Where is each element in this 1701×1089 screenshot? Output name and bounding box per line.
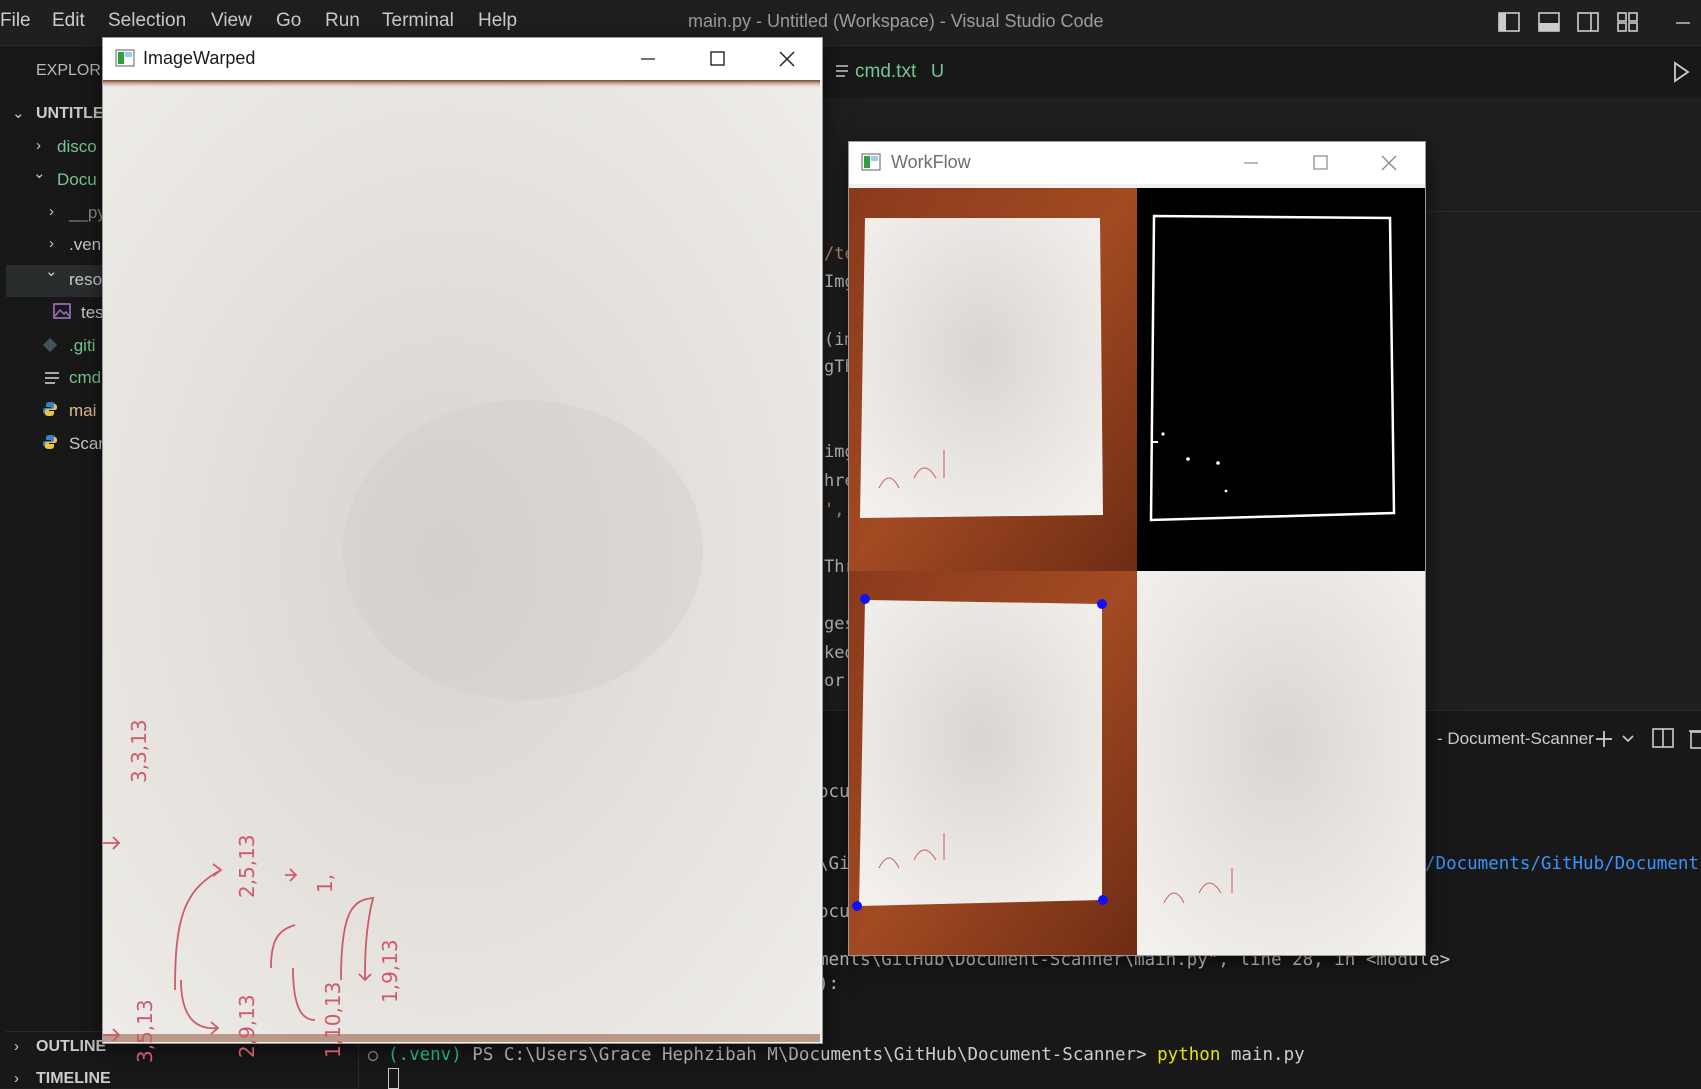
prompt-path: PS C:\Users\Grace Hephzibah M\Documents\… xyxy=(461,1045,1158,1065)
chevron-right-icon[interactable]: › xyxy=(36,137,41,154)
tree-item-venv[interactable]: .ven xyxy=(69,235,101,255)
tree-item-cmd-txt[interactable]: cmd xyxy=(69,368,101,388)
handwritten-note: 3,3,13 xyxy=(127,719,151,783)
handwritten-note: 1,9,13 xyxy=(378,939,402,1003)
image-warped-window: ImageWarped 3,3,13 2,5,13 1, 1,9,13 3,5,… xyxy=(102,37,823,1063)
chevron-right-icon[interactable]: › xyxy=(14,1070,19,1087)
handwritten-note: 1,10,13 xyxy=(321,981,345,1058)
original-image xyxy=(849,188,1137,571)
chevron-right-icon[interactable]: › xyxy=(14,1038,19,1055)
maximize-icon[interactable] xyxy=(697,44,737,74)
image-file-icon xyxy=(53,303,71,319)
tree-item-resources[interactable]: reso xyxy=(69,270,102,290)
chevron-right-icon[interactable]: › xyxy=(49,203,54,220)
menu-file[interactable]: File xyxy=(0,10,31,32)
outline-section[interactable]: OUTLINE xyxy=(36,1038,106,1056)
corner-point xyxy=(1098,895,1108,905)
text-file-icon xyxy=(836,65,848,77)
corner-point xyxy=(860,594,870,604)
editor-divider xyxy=(1400,211,1701,212)
minimize-window-icon[interactable] xyxy=(1672,12,1694,32)
tree-item-document-scanner[interactable]: Docu xyxy=(57,170,97,190)
opencv-app-icon xyxy=(861,153,881,171)
corner-point xyxy=(1097,599,1107,609)
text-file-icon xyxy=(45,372,59,384)
split-terminal-icon[interactable] xyxy=(1652,728,1674,748)
git-file-icon xyxy=(42,337,58,353)
command-status-icon xyxy=(367,1050,379,1062)
menu-terminal[interactable]: Terminal xyxy=(382,10,454,32)
tab-untracked-badge: U xyxy=(931,61,944,81)
minimize-icon[interactable] xyxy=(1231,148,1271,178)
chevron-down-icon[interactable]: ⌄ xyxy=(33,164,46,182)
tree-item-gitignore[interactable]: .giti xyxy=(69,336,95,356)
workspace-root[interactable]: UNTITLE xyxy=(36,105,104,123)
terminal-tab[interactable]: - Document-Scanner xyxy=(1437,729,1594,749)
minimize-icon[interactable] xyxy=(628,44,668,74)
tree-item-pycache[interactable]: __py xyxy=(69,203,106,223)
code-fragment: ', xyxy=(824,500,845,520)
terminal-path-link[interactable]: /Documents/GitHub/Document xyxy=(1425,854,1699,874)
toggle-primary-sidebar-icon[interactable] xyxy=(1498,12,1520,32)
tree-item-discord[interactable]: disco xyxy=(57,137,97,157)
toggle-secondary-sidebar-icon[interactable] xyxy=(1577,12,1599,32)
corner-point xyxy=(852,901,862,911)
toggle-panel-icon[interactable] xyxy=(1538,12,1560,32)
venv-label: (.venv) xyxy=(388,1045,462,1065)
trash-icon[interactable] xyxy=(1688,727,1701,749)
handwritten-note: 2,9,13 xyxy=(235,994,259,1058)
menu-run[interactable]: Run xyxy=(325,10,360,32)
terminal-cursor[interactable] xyxy=(388,1068,399,1089)
menu-go[interactable]: Go xyxy=(276,10,301,32)
python-file-icon xyxy=(43,435,57,449)
warped-document-image xyxy=(103,80,820,1042)
run-file-icon[interactable] xyxy=(1672,61,1690,83)
image-warped-titlebar[interactable]: ImageWarped xyxy=(103,38,822,80)
command-python: python xyxy=(1157,1045,1221,1065)
handwritten-note: 2,5,13 xyxy=(235,834,259,898)
tree-item-main-py[interactable]: mai xyxy=(69,401,96,421)
chevron-down-icon[interactable]: ⌄ xyxy=(45,262,58,280)
close-icon[interactable] xyxy=(1369,148,1409,178)
image-warped-title: ImageWarped xyxy=(143,48,256,68)
tree-item-scanner-py[interactable]: Scar xyxy=(69,434,104,454)
menu-help[interactable]: Help xyxy=(478,10,517,32)
timeline-section[interactable]: TIMELINE xyxy=(36,1070,111,1088)
threshold-image xyxy=(1137,188,1425,571)
chevron-down-icon[interactable]: ⌄ xyxy=(12,104,25,122)
contour-image xyxy=(849,571,1137,955)
window-title: main.py - Untitled (Workspace) - Visual … xyxy=(688,11,1104,31)
handwritten-note: 3,5,13 xyxy=(133,999,157,1063)
customize-layout-icon[interactable] xyxy=(1617,12,1639,32)
menu-selection[interactable]: Selection xyxy=(108,10,186,32)
chevron-right-icon[interactable]: › xyxy=(49,235,54,252)
handwritten-note: 1, xyxy=(313,873,337,893)
workflow-title: WorkFlow xyxy=(891,152,971,172)
menu-view[interactable]: View xyxy=(211,10,252,32)
explorer-header: EXPLORE xyxy=(36,62,112,79)
command-file: main.py xyxy=(1220,1045,1305,1065)
terminal-prompt-line: (.venv) PS C:\Users\Grace Hephzibah M\Do… xyxy=(388,1045,1305,1065)
code-fragment: or xyxy=(824,671,845,691)
tree-item-test-image[interactable]: tes xyxy=(81,303,104,323)
menu-edit[interactable]: Edit xyxy=(52,10,85,32)
python-file-icon xyxy=(43,402,57,416)
workflow-grid xyxy=(849,188,1425,955)
close-icon[interactable] xyxy=(767,44,807,74)
new-terminal-icon[interactable] xyxy=(1594,729,1614,749)
workflow-titlebar[interactable]: WorkFlow xyxy=(849,142,1425,184)
maximize-icon[interactable] xyxy=(1300,148,1340,178)
workflow-window: WorkFlow xyxy=(848,141,1426,956)
chevron-down-icon[interactable] xyxy=(1621,733,1635,745)
opencv-app-icon xyxy=(115,49,135,67)
tab-cmd-txt[interactable]: cmd.txt xyxy=(855,61,916,83)
